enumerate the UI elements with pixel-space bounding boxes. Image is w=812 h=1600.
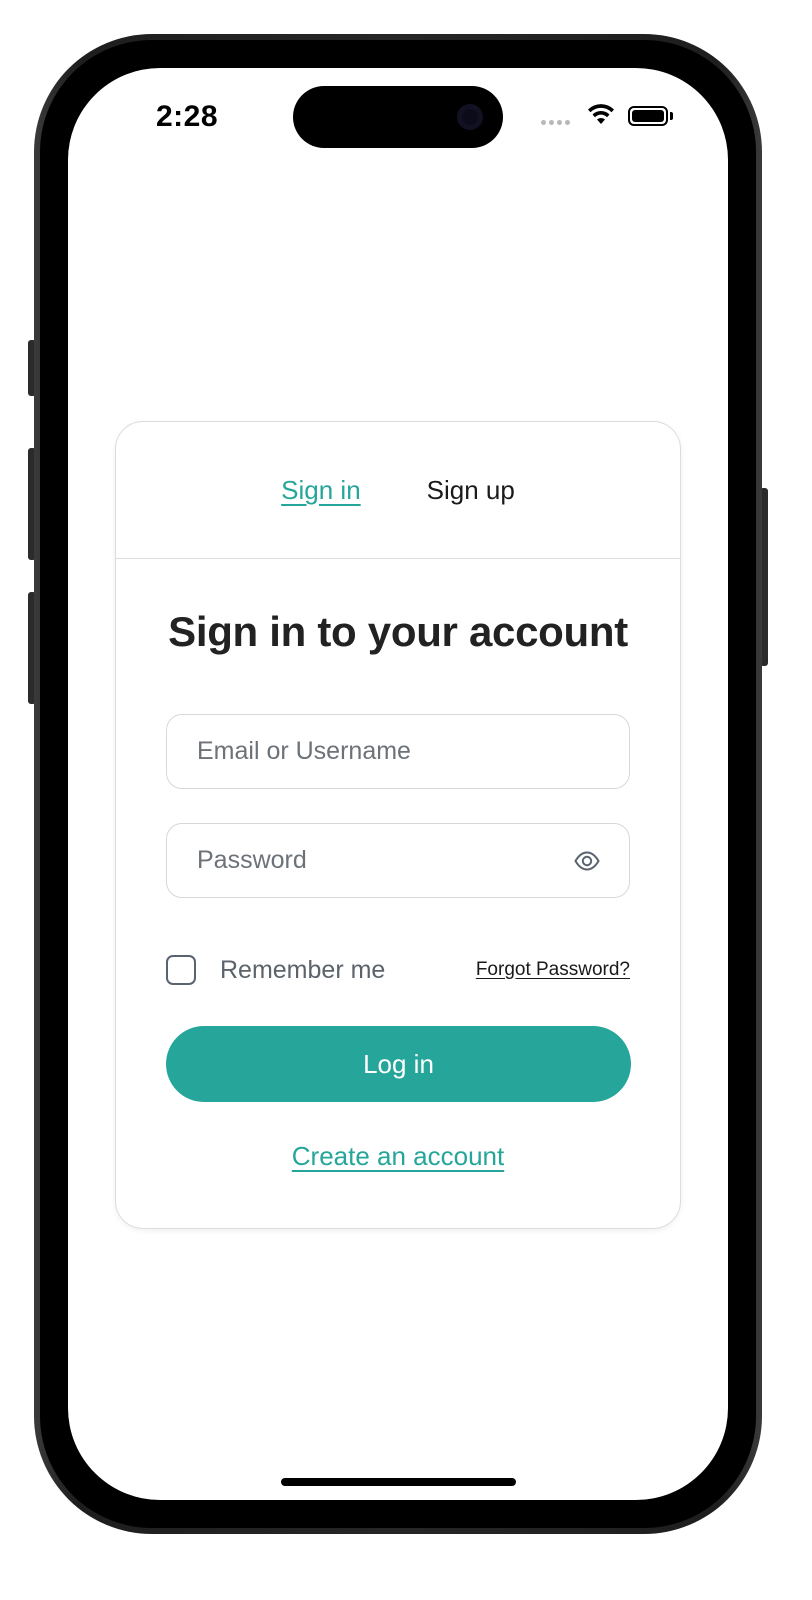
email-field	[166, 714, 630, 789]
dynamic-island	[293, 86, 503, 148]
login-button[interactable]: Log in	[166, 1026, 631, 1102]
remember-me-label: Remember me	[220, 955, 386, 984]
sign-in-card: Sign in Sign up Sign in to your account …	[115, 421, 681, 1229]
signal-icon	[541, 120, 570, 125]
tab-sign-up[interactable]: Sign up	[427, 475, 515, 506]
password-input[interactable]	[195, 845, 573, 876]
forgot-password-link[interactable]: Forgot Password?	[476, 959, 630, 981]
password-field	[166, 823, 630, 898]
eye-icon[interactable]	[573, 847, 601, 875]
email-input[interactable]	[195, 736, 601, 767]
tab-bar: Sign in Sign up	[116, 422, 680, 559]
page-title: Sign in to your account	[168, 608, 628, 655]
remember-row: Remember me Forgot Password?	[166, 952, 630, 988]
tab-sign-in[interactable]: Sign in	[281, 475, 361, 506]
home-indicator	[281, 1478, 516, 1486]
create-account-link[interactable]: Create an account	[116, 1141, 680, 1172]
status-time: 2:28	[156, 100, 219, 133]
battery-icon	[628, 106, 668, 126]
camera-icon	[457, 104, 483, 130]
wifi-icon	[588, 104, 614, 124]
remember-me-checkbox[interactable]	[166, 955, 196, 985]
battery-tip	[670, 112, 673, 120]
screen: 2:28 Sign in Sign up Sign in to your acc…	[68, 68, 728, 1500]
page: 2:28 Sign in Sign up Sign in to your acc…	[0, 0, 812, 1600]
